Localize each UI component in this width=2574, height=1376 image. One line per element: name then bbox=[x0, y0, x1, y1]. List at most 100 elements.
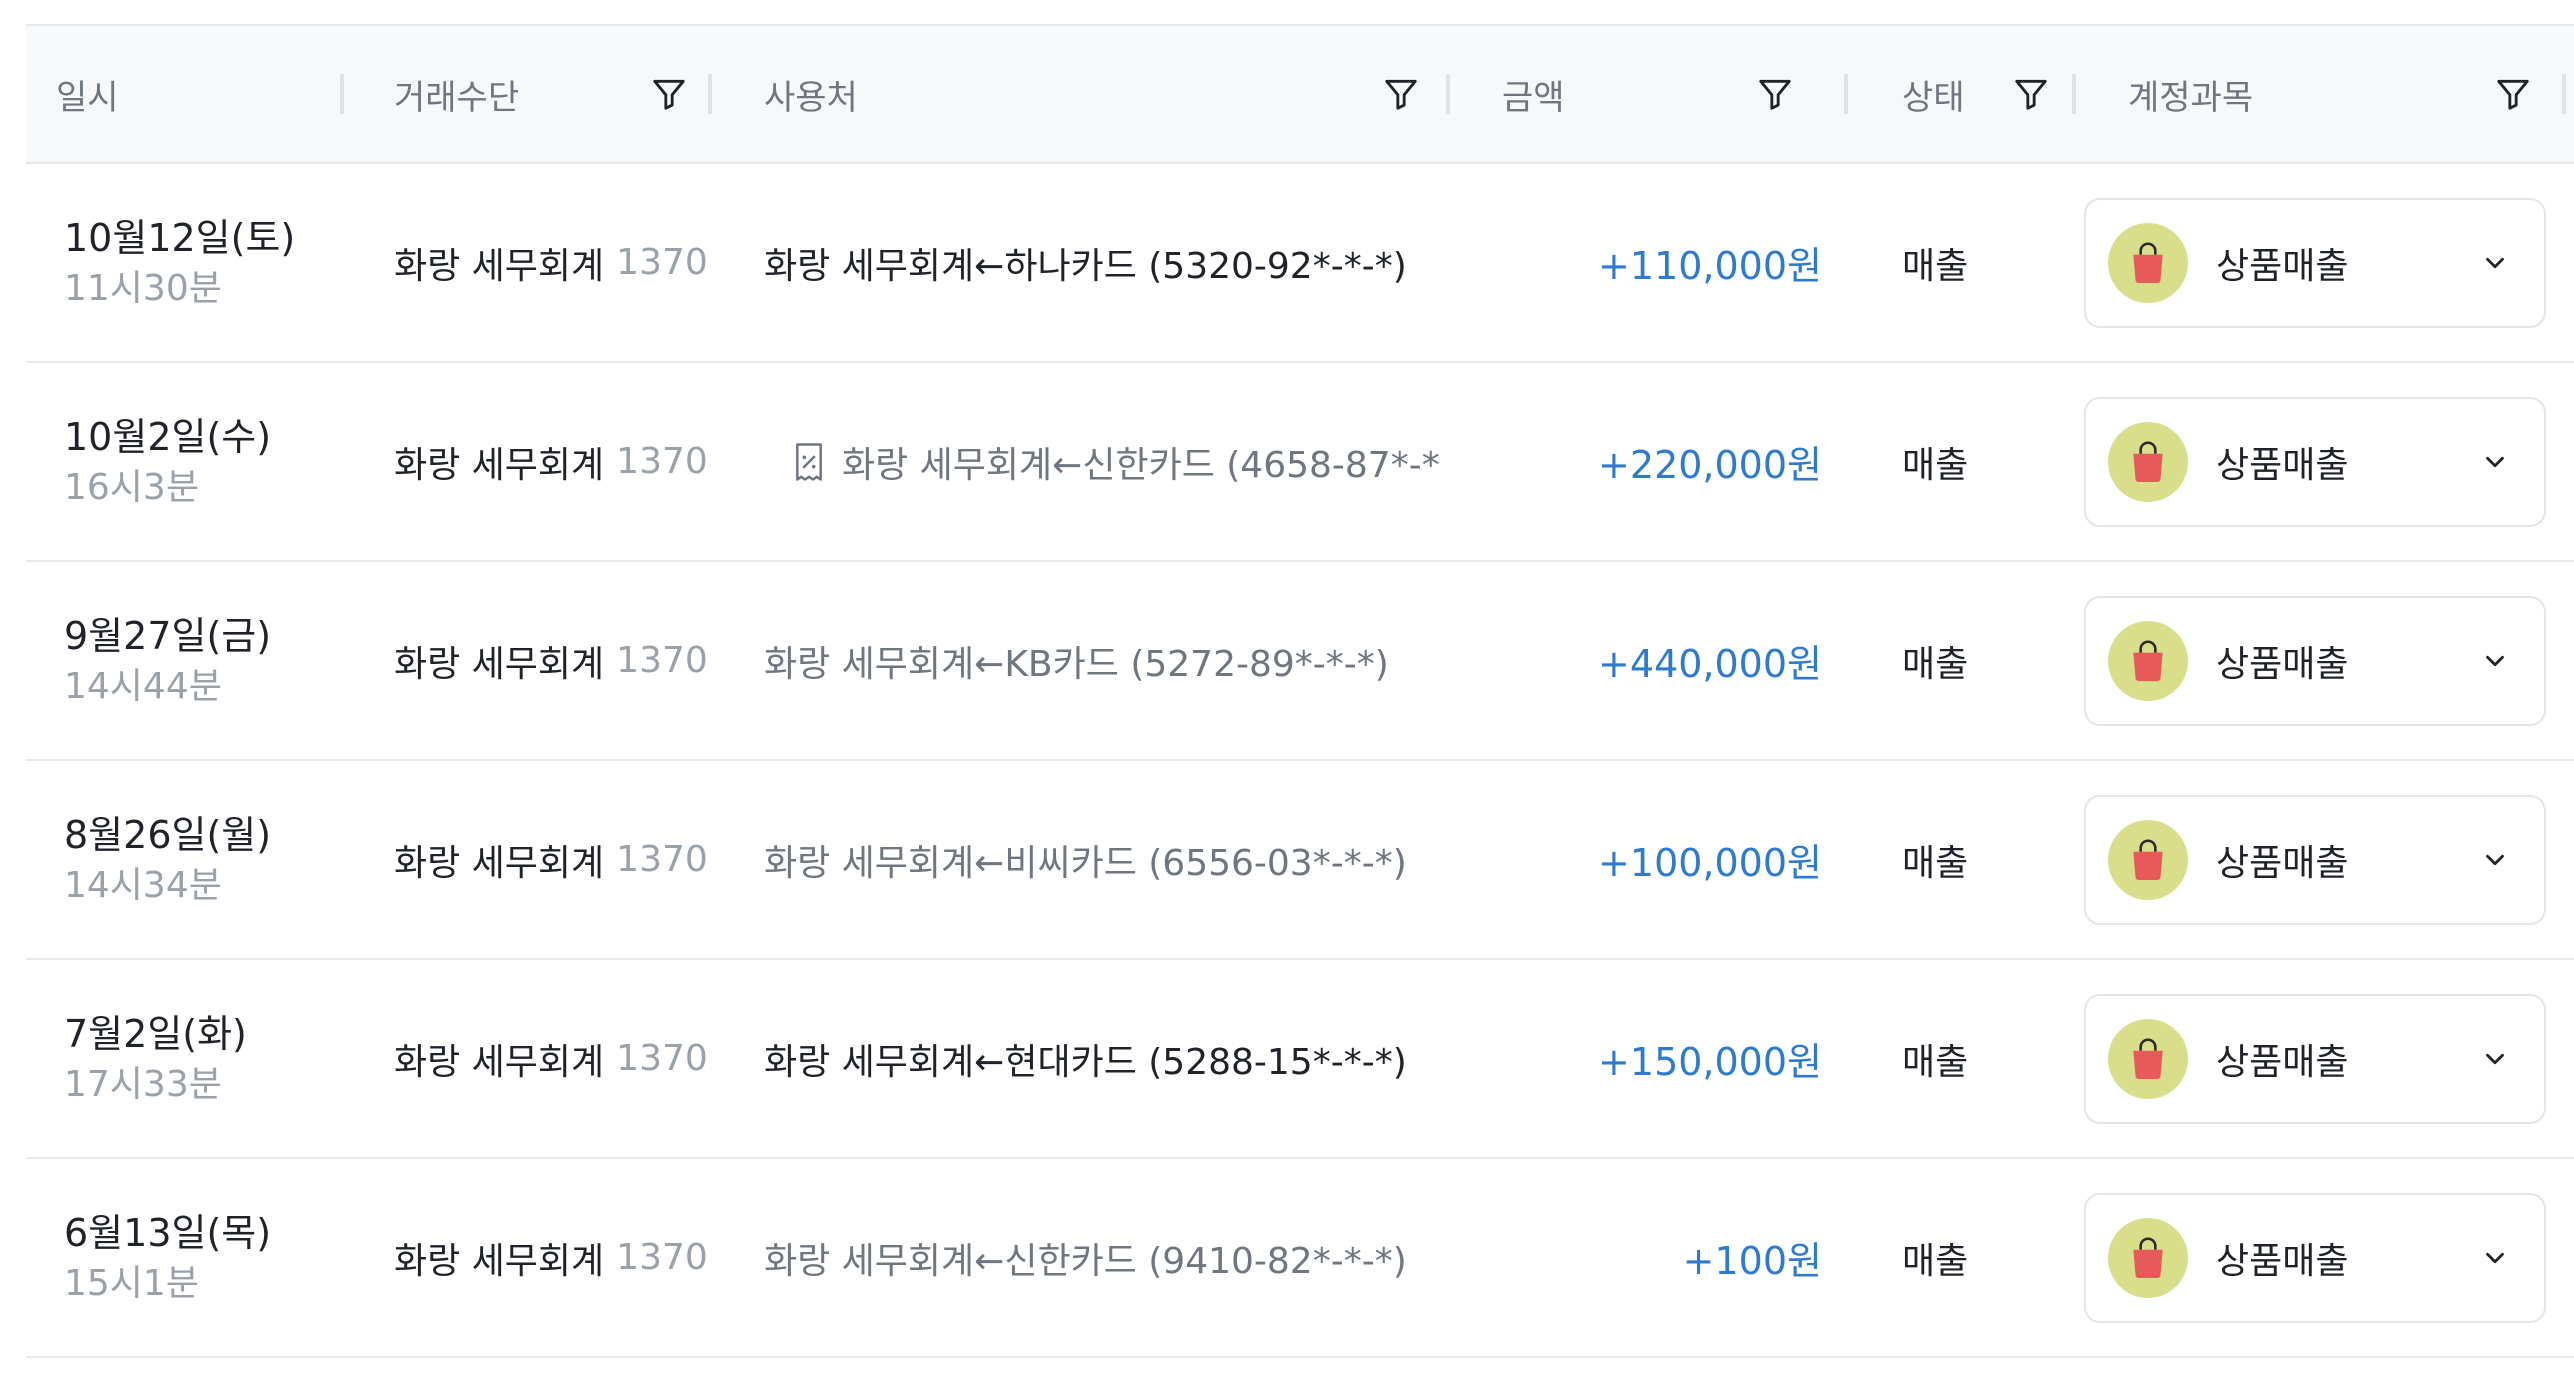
amount-cell: +150,000원 bbox=[1476, 960, 1822, 1157]
amount-cell: +440,000원 bbox=[1476, 562, 1822, 759]
merchant-name: 화랑 세무회계←KB카드 (5272-89*-*-*) bbox=[764, 643, 1389, 685]
account-label: 상품매출 bbox=[2216, 1241, 2349, 1282]
date-cell: 7월2일(화) 17시33분 bbox=[64, 960, 247, 1157]
column-header-status[interactable]: 상태 bbox=[1902, 26, 2072, 162]
merchant-cell[interactable]: 화랑 세무회계←현대카드 (5288-15*-*-*) bbox=[764, 960, 1476, 1157]
account-badge bbox=[2108, 422, 2188, 502]
transaction-date: 8월26일(월) bbox=[64, 812, 272, 857]
merchant-name: 화랑 세무회계←신한카드 (9410-82*-*-*) bbox=[764, 1240, 1407, 1282]
filter-icon[interactable] bbox=[1382, 75, 1420, 113]
method-cell: 화랑 세무회계 1370 bbox=[394, 960, 708, 1157]
amount-cell: +110,000원 bbox=[1476, 164, 1822, 361]
method-cell: 화랑 세무회계 1370 bbox=[394, 1159, 708, 1356]
transaction-status: 매출 bbox=[1902, 444, 1969, 486]
method-number: 1370 bbox=[616, 839, 708, 880]
filter-icon[interactable] bbox=[2494, 75, 2532, 113]
transaction-status: 매출 bbox=[1902, 842, 1969, 884]
table-body: 10월12일(토) 11시30분 화랑 세무회계 1370 화랑 세무회계←하나카… bbox=[26, 164, 2574, 1358]
shopping-bag-icon bbox=[2133, 441, 2163, 482]
column-resizer[interactable] bbox=[1844, 74, 1848, 114]
chevron-down-icon bbox=[2486, 1252, 2504, 1264]
transaction-amount: +110,000원 bbox=[1598, 244, 1822, 288]
method-cell: 화랑 세무회계 1370 bbox=[394, 164, 708, 361]
account-select[interactable]: 상품매출 bbox=[2084, 795, 2546, 925]
table-row[interactable]: 10월12일(토) 11시30분 화랑 세무회계 1370 화랑 세무회계←하나카… bbox=[26, 164, 2574, 363]
account-select[interactable]: 상품매출 bbox=[2084, 596, 2546, 726]
table-row[interactable]: 9월27일(금) 14시44분 화랑 세무회계 1370 화랑 세무회계←KB카드… bbox=[26, 562, 2574, 761]
account-label: 상품매출 bbox=[2216, 445, 2349, 486]
transactions-table: 일시 거래수단 사용처 금액 상태 계정과목 10월12일(토) 11시30분 … bbox=[26, 24, 2574, 1358]
transaction-time: 11시30분 bbox=[64, 267, 222, 309]
shopping-bag-icon bbox=[2133, 640, 2163, 681]
transaction-status: 매출 bbox=[1902, 1041, 1969, 1083]
column-resizer[interactable] bbox=[708, 74, 712, 114]
column-header-merchant[interactable]: 사용처 bbox=[764, 26, 1454, 162]
chevron-down-icon bbox=[2486, 854, 2504, 866]
column-header-account[interactable]: 계정과목 bbox=[2128, 26, 2548, 162]
filter-icon[interactable] bbox=[2012, 75, 2050, 113]
status-cell: 매출 bbox=[1902, 761, 1968, 958]
status-cell: 매출 bbox=[1902, 1159, 1968, 1356]
account-label: 상품매출 bbox=[2216, 843, 2349, 884]
status-cell: 매출 bbox=[1902, 164, 1968, 361]
chevron-down-icon bbox=[2486, 655, 2504, 667]
date-cell: 8월26일(월) 14시34분 bbox=[64, 761, 271, 958]
column-header-amount[interactable]: 금액 bbox=[1502, 26, 1822, 162]
transaction-status: 매출 bbox=[1902, 245, 1969, 287]
receipt-icon[interactable] bbox=[792, 442, 826, 482]
chevron-down-icon bbox=[2486, 257, 2504, 269]
status-cell: 매출 bbox=[1902, 363, 1968, 560]
date-cell: 6월13일(목) 15시1분 bbox=[64, 1159, 271, 1356]
merchant-name: 화랑 세무회계←하나카드 (5320-92*-*-*) bbox=[764, 245, 1407, 287]
method-name: 화랑 세무회계 bbox=[394, 1041, 605, 1083]
transaction-status: 매출 bbox=[1902, 1240, 1969, 1282]
table-row[interactable]: 10월2일(수) 16시3분 화랑 세무회계 1370 화랑 세무회계←신한카드 … bbox=[26, 363, 2574, 562]
merchant-cell[interactable]: 화랑 세무회계←KB카드 (5272-89*-*-*) bbox=[764, 562, 1476, 759]
column-resizer[interactable] bbox=[2072, 74, 2076, 114]
table-row[interactable]: 8월26일(월) 14시34분 화랑 세무회계 1370 화랑 세무회계←비씨카드… bbox=[26, 761, 2574, 960]
shopping-bag-icon bbox=[2133, 839, 2163, 880]
transaction-status: 매출 bbox=[1902, 643, 1969, 685]
method-cell: 화랑 세무회계 1370 bbox=[394, 761, 708, 958]
account-badge bbox=[2108, 1218, 2188, 1298]
account-select[interactable]: 상품매출 bbox=[2084, 1193, 2546, 1323]
method-number: 1370 bbox=[616, 640, 708, 681]
date-cell: 10월2일(수) 16시3분 bbox=[64, 363, 271, 560]
account-badge bbox=[2108, 1019, 2188, 1099]
chevron-down-icon bbox=[2486, 456, 2504, 468]
transaction-date: 6월13일(목) bbox=[64, 1210, 272, 1255]
chevron-down-icon bbox=[2486, 1053, 2504, 1065]
transaction-amount: +440,000원 bbox=[1598, 642, 1822, 686]
account-select[interactable]: 상품매출 bbox=[2084, 198, 2546, 328]
method-name: 화랑 세무회계 bbox=[394, 643, 605, 685]
filter-icon[interactable] bbox=[650, 75, 688, 113]
transaction-amount: +100,000원 bbox=[1598, 841, 1822, 885]
account-label: 상품매출 bbox=[2216, 1042, 2349, 1083]
merchant-cell[interactable]: 화랑 세무회계←신한카드 (9410-82*-*-*) bbox=[764, 1159, 1476, 1356]
method-cell: 화랑 세무회계 1370 bbox=[394, 363, 708, 560]
merchant-cell[interactable]: 화랑 세무회계←신한카드 (4658-87*-* bbox=[792, 363, 1476, 560]
merchant-cell[interactable]: 화랑 세무회계←하나카드 (5320-92*-*-*) bbox=[764, 164, 1476, 361]
filter-icon[interactable] bbox=[1756, 75, 1794, 113]
account-select[interactable]: 상품매출 bbox=[2084, 994, 2546, 1124]
table-row[interactable]: 7월2일(화) 17시33분 화랑 세무회계 1370 화랑 세무회계←현대카드 … bbox=[26, 960, 2574, 1159]
account-badge bbox=[2108, 820, 2188, 900]
table-row[interactable]: 6월13일(목) 15시1분 화랑 세무회계 1370 화랑 세무회계←신한카드 … bbox=[26, 1159, 2574, 1358]
method-name: 화랑 세무회계 bbox=[394, 1240, 605, 1282]
amount-cell: +100원 bbox=[1476, 1159, 1822, 1356]
shopping-bag-icon bbox=[2133, 1237, 2163, 1278]
transaction-time: 15시1분 bbox=[64, 1262, 199, 1304]
transaction-time: 14시34분 bbox=[64, 864, 222, 906]
method-number: 1370 bbox=[616, 1038, 708, 1079]
account-select[interactable]: 상품매출 bbox=[2084, 397, 2546, 527]
column-resizer[interactable] bbox=[340, 74, 344, 114]
transaction-time: 16시3분 bbox=[64, 466, 199, 508]
column-resizer[interactable] bbox=[1446, 74, 1450, 114]
column-header-method[interactable]: 거래수단 bbox=[394, 26, 734, 162]
method-name: 화랑 세무회계 bbox=[394, 842, 605, 884]
amount-cell: +220,000원 bbox=[1476, 363, 1822, 560]
merchant-cell[interactable]: 화랑 세무회계←비씨카드 (6556-03*-*-*) bbox=[764, 761, 1476, 958]
column-resizer[interactable] bbox=[2562, 74, 2566, 114]
column-header-date[interactable]: 일시 bbox=[56, 26, 119, 162]
merchant-name: 화랑 세무회계←현대카드 (5288-15*-*-*) bbox=[764, 1041, 1407, 1083]
